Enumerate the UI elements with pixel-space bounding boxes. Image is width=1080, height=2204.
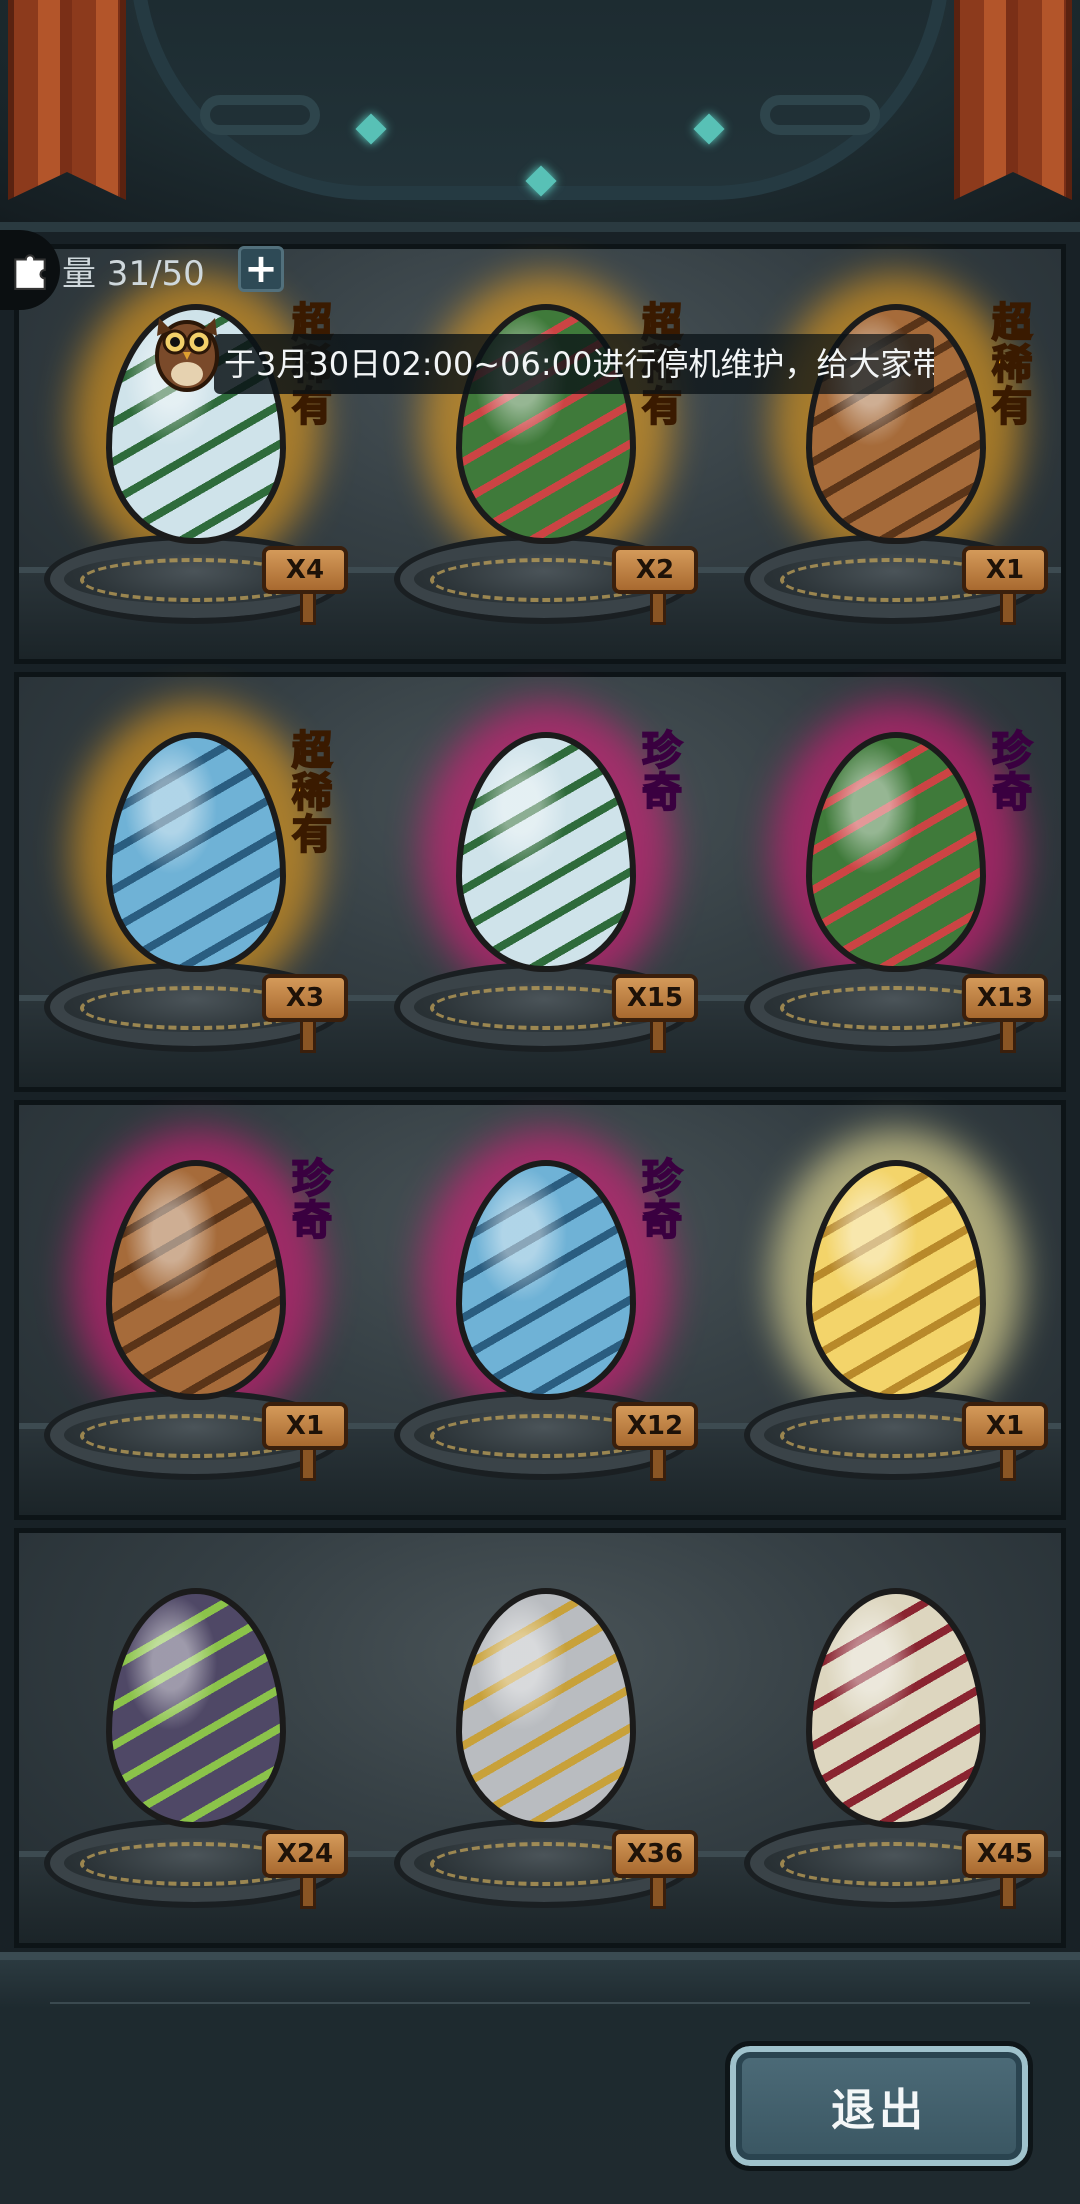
egg-capacity: 量 31/50 (62, 254, 205, 294)
egg-icon[interactable] (806, 1588, 986, 1828)
egg-slot[interactable]: 超稀有 X3 (22, 672, 372, 1092)
egg-slot[interactable]: X1 (722, 1100, 1072, 1520)
egg-slot[interactable]: X45 (722, 1528, 1072, 1948)
egg-slot[interactable]: 珍奇 X1 (22, 1100, 372, 1520)
egg-slot[interactable]: 珍奇 X15 (372, 672, 722, 1092)
egg-slot[interactable]: X36 (372, 1528, 722, 1948)
maintenance-notice: 于3月30日02:00~06:00进行停机维护，给大家带 (214, 334, 934, 394)
banner-left (8, 0, 126, 200)
egg-count-sign: X24 (262, 1830, 348, 1909)
rarity-label: 珍奇 (641, 728, 683, 816)
egg-count-sign: X1 (962, 546, 1048, 625)
egg-slot[interactable]: X24 (22, 1528, 372, 1948)
egg-slot[interactable]: 珍奇 X12 (372, 1100, 722, 1520)
egg-icon[interactable] (456, 1588, 636, 1828)
chain-right (760, 95, 880, 135)
egg-count-sign: X13 (962, 974, 1048, 1053)
rarity-label: 珍奇 (991, 728, 1033, 816)
egg-count-sign: X1 (962, 1402, 1048, 1481)
egg-count-sign: X12 (612, 1402, 698, 1481)
rarity-label: 超稀有 (291, 728, 333, 858)
rarity-label: 超稀有 (991, 300, 1033, 430)
egg-slot[interactable]: 超稀有 X1 (722, 244, 1072, 664)
egg-count-sign: X4 (262, 546, 348, 625)
egg-slot[interactable]: 珍奇 X13 (722, 672, 1072, 1092)
divider (50, 2002, 1030, 2004)
rarity-label: 珍奇 (641, 1156, 683, 1244)
add-capacity-button[interactable]: + (238, 246, 284, 292)
top-frame (0, 0, 1080, 232)
egg-count-sign: X15 (612, 974, 698, 1053)
banner-right (954, 0, 1072, 200)
puzzle-icon (14, 254, 46, 290)
egg-count-sign: X36 (612, 1830, 698, 1909)
rarity-label: 珍奇 (291, 1156, 333, 1244)
chain-left (200, 95, 320, 135)
egg-count-sign: X1 (262, 1402, 348, 1481)
egg-count-sign: X45 (962, 1830, 1048, 1909)
exit-button[interactable]: 退出 (725, 2041, 1033, 2171)
egg-count-sign: X3 (262, 974, 348, 1053)
egg-slot[interactable]: 超稀有X2 (372, 244, 722, 664)
egg-count-sign: X2 (612, 546, 698, 625)
owl-icon (155, 318, 219, 392)
egg-icon[interactable] (106, 1588, 286, 1828)
